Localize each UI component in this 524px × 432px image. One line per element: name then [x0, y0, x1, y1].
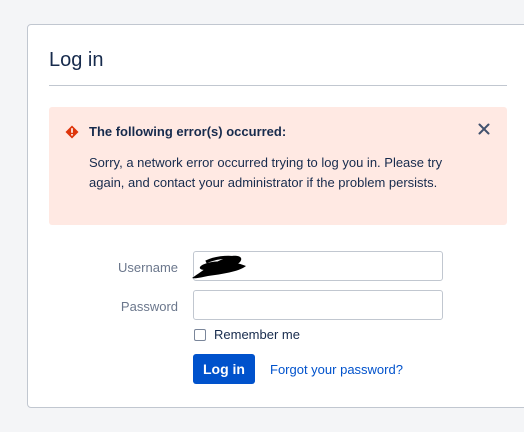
username-field[interactable] [193, 251, 443, 281]
error-title: The following error(s) occurred: [89, 124, 287, 139]
login-button[interactable]: Log in [193, 354, 255, 384]
remember-me-row[interactable]: Remember me [194, 327, 300, 342]
error-body: Sorry, a network error occurred trying t… [89, 155, 443, 190]
forgot-password-link[interactable]: Forgot your password? [270, 362, 403, 377]
remember-me-checkbox[interactable] [194, 328, 206, 341]
login-card: Log in The following error(s) occurred: … [27, 24, 524, 408]
password-label: Password [120, 299, 178, 314]
page-title: Log in [49, 49, 104, 71]
error-message-panel: The following error(s) occurred: Sorry, … [49, 107, 507, 225]
password-field[interactable] [193, 290, 443, 320]
username-label: Username [118, 260, 178, 275]
remember-me-label: Remember me [214, 327, 300, 342]
error-icon [65, 125, 79, 139]
close-icon[interactable] [477, 122, 491, 136]
title-divider [49, 85, 507, 86]
